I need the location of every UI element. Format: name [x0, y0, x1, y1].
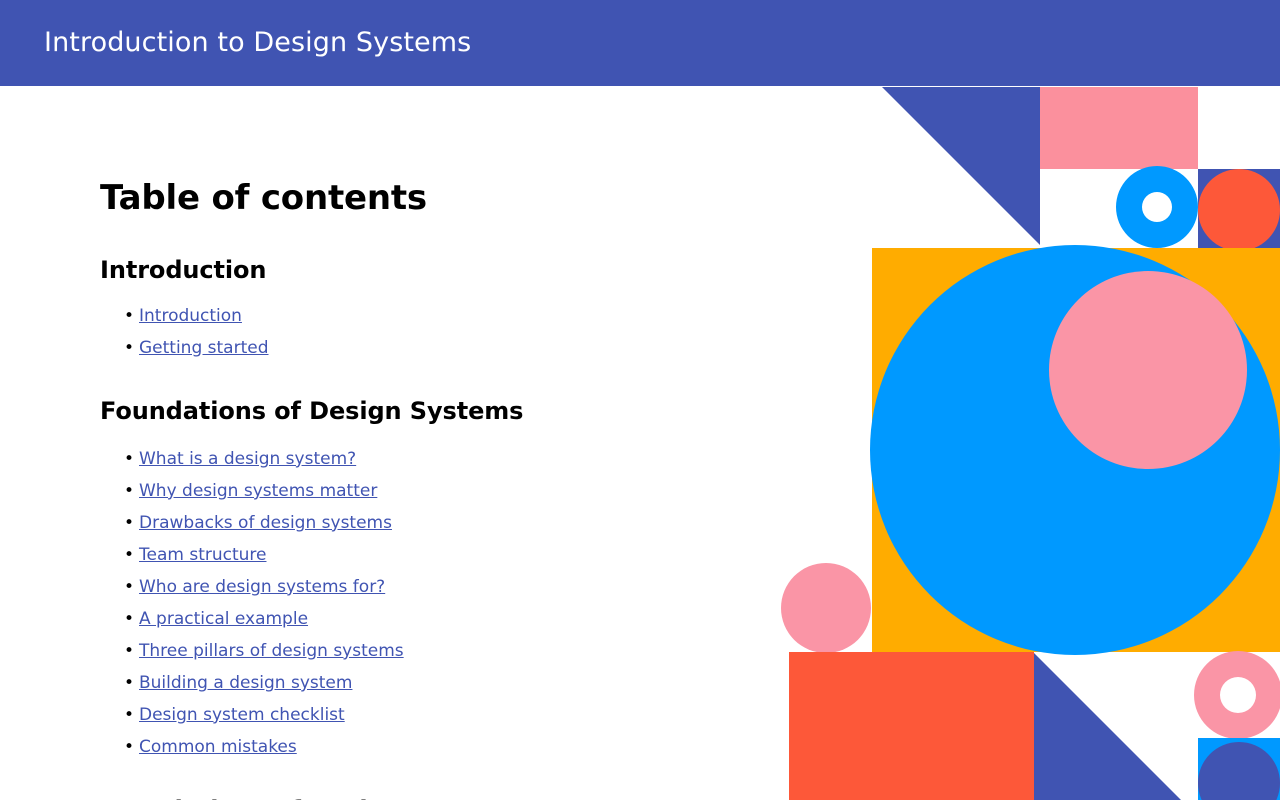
pink-donut-shape [1194, 651, 1280, 739]
list-item: A practical example [100, 603, 780, 635]
toc-link-introduction[interactable]: Introduction [139, 306, 242, 326]
toc-link-common-mistakes[interactable]: Common mistakes [139, 737, 297, 757]
toc-link-who-are-design-systems-for[interactable]: Who are design systems for? [139, 577, 385, 597]
app-header: Introduction to Design Systems [0, 0, 1280, 86]
artwork-svg [781, 87, 1280, 800]
section-heading-introduction: Introduction [100, 255, 267, 284]
toc-link-why-design-systems-matter[interactable]: Why design systems matter [139, 481, 377, 501]
list-item: Building a design system [100, 667, 780, 699]
pink-rectangle-top-shape [1040, 87, 1198, 169]
geometric-shapes-artwork [780, 86, 1280, 800]
toc-link-team-structure[interactable]: Team structure [139, 545, 266, 565]
toc-link-what-is-a-design-system[interactable]: What is a design system? [139, 449, 356, 469]
list-item: Introduction [100, 300, 780, 332]
indigo-triangle-bottom-shape [1034, 653, 1181, 800]
toc-link-three-pillars-of-design-systems[interactable]: Three pillars of design systems [139, 641, 404, 661]
page-title: Table of contents [100, 178, 427, 218]
toc-link-getting-started[interactable]: Getting started [139, 338, 269, 358]
list-item: Drawbacks of design systems [100, 507, 780, 539]
list-item: Getting started [100, 332, 780, 364]
list-item: Why design systems matter [100, 475, 780, 507]
list-item: Three pillars of design systems [100, 635, 780, 667]
pink-circle-overlay-shape [1049, 271, 1247, 469]
section-heading-foundations-of-design-systems: Foundations of Design Systems [100, 396, 524, 425]
toc-list-introduction: Introduction Getting started [100, 286, 780, 364]
small-pink-circle-shape [781, 563, 871, 653]
red-circle-shape [1198, 169, 1280, 251]
page-header-title: Introduction to Design Systems [44, 26, 472, 58]
section-heading-foundations-of-design: Foundations of Design [100, 763, 780, 800]
toc-link-a-practical-example[interactable]: A practical example [139, 609, 308, 629]
toc-link-design-system-checklist[interactable]: Design system checklist [139, 705, 345, 725]
red-rectangle-shape [789, 652, 1034, 800]
toc-list-foundations: What is a design system? Why design syst… [100, 427, 780, 763]
list-item: What is a design system? [100, 443, 780, 475]
list-item: Who are design systems for? [100, 571, 780, 603]
toc-link-building-a-design-system[interactable]: Building a design system [139, 673, 352, 693]
list-item: Design system checklist [100, 699, 780, 731]
list-item: Team structure [100, 539, 780, 571]
blue-donut-shape [1116, 166, 1198, 248]
document-content: Table of contents Introduction Introduct… [0, 86, 780, 800]
indigo-triangle-top-left-shape [882, 87, 1040, 245]
list-item: Common mistakes [100, 731, 780, 763]
toc-link-drawbacks-of-design-systems[interactable]: Drawbacks of design systems [139, 513, 392, 533]
